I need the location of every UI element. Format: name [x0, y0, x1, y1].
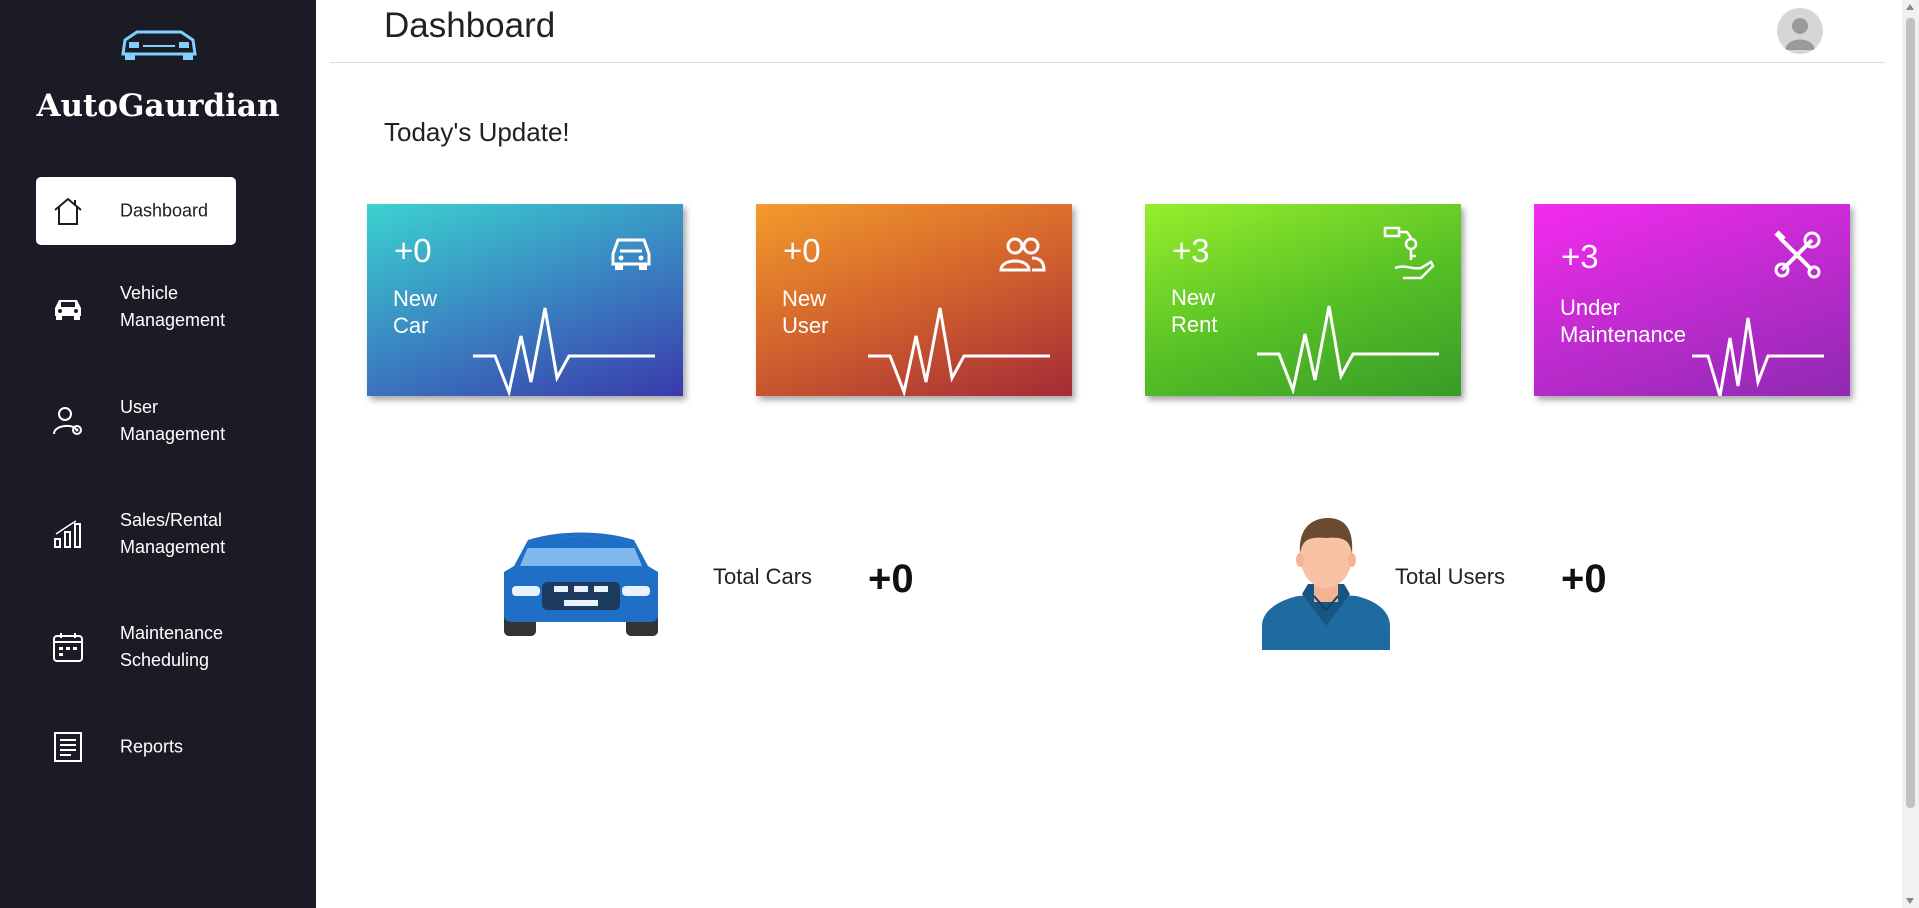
card-label: New Rent: [1171, 285, 1218, 337]
users-icon: [998, 234, 1046, 277]
new-car-card[interactable]: +0 New Car: [367, 204, 683, 396]
sidebar-item-reports[interactable]: Reports: [36, 713, 236, 781]
calendar-icon: [51, 630, 85, 664]
new-user-card[interactable]: +0 New User: [756, 204, 1072, 396]
card-label: Under Maintenance: [1560, 295, 1686, 347]
tools-icon: [1772, 230, 1822, 285]
sidebar-item-maintenance[interactable]: Maintenance Scheduling: [36, 613, 236, 681]
sidebar-item-sales-rental[interactable]: Sales/Rental Management: [36, 500, 236, 568]
scroll-thumb[interactable]: [1906, 18, 1915, 808]
total-cars-label: Total Cars: [713, 564, 813, 589]
total-users-value: +0: [1561, 557, 1607, 601]
total-users-label: Total Users: [1395, 564, 1506, 589]
scroll-up-arrow-icon[interactable]: [1906, 4, 1914, 10]
card-count: +0: [394, 232, 432, 269]
key-hand-icon: [1381, 226, 1435, 287]
total-cars-value: +0: [868, 557, 914, 601]
blue-car-illustration: [500, 528, 662, 643]
sidebar-item-label: Dashboard: [120, 200, 209, 221]
card-count: +3: [1561, 238, 1599, 275]
sidebar-item-label: User Management: [120, 397, 226, 444]
report-icon: [51, 730, 85, 764]
car-icon: [607, 232, 655, 277]
new-rent-card[interactable]: +3 New Rent: [1145, 204, 1461, 396]
brand-name: AutoGaurdian: [36, 88, 280, 124]
sidebar-item-user-management[interactable]: User Management: [36, 387, 236, 455]
header: Dashboard: [330, 0, 1885, 63]
sidebar-item-label: Reports: [120, 736, 184, 757]
car-front-icon: [117, 28, 201, 67]
sidebar-item-label: Vehicle Management: [120, 283, 226, 330]
home-icon: [51, 194, 85, 228]
bar-chart-icon: [51, 517, 85, 551]
card-count: +3: [1172, 232, 1210, 269]
vertical-scrollbar[interactable]: [1902, 0, 1919, 908]
sidebar-item-label: Sales/Rental Management: [120, 510, 226, 557]
pulse-line: [471, 304, 657, 396]
sidebar-item-label: Maintenance Scheduling: [120, 623, 224, 670]
sidebar-item-vehicle-management[interactable]: Vehicle Management: [36, 273, 236, 341]
page-title: Dashboard: [384, 6, 556, 45]
user-gear-icon: [51, 404, 85, 438]
pulse-line: [1255, 302, 1441, 396]
pulse-line: [866, 304, 1052, 396]
section-subtitle: Today's Update!: [384, 117, 570, 147]
card-count: +0: [783, 232, 821, 269]
pulse-line: [1690, 316, 1826, 396]
under-maintenance-card[interactable]: +3 Under Maintenance: [1534, 204, 1850, 396]
card-label: New User: [782, 286, 829, 338]
sidebar: AutoGaurdian Dashboard Vehicle Managemen…: [0, 0, 316, 908]
scroll-down-arrow-icon[interactable]: [1906, 898, 1914, 904]
card-label: New Car: [393, 286, 438, 338]
user-avatar-icon[interactable]: [1777, 8, 1823, 54]
sidebar-item-dashboard[interactable]: Dashboard: [36, 177, 236, 245]
car-icon: [51, 290, 85, 324]
man-avatar-illustration: [1262, 514, 1392, 655]
